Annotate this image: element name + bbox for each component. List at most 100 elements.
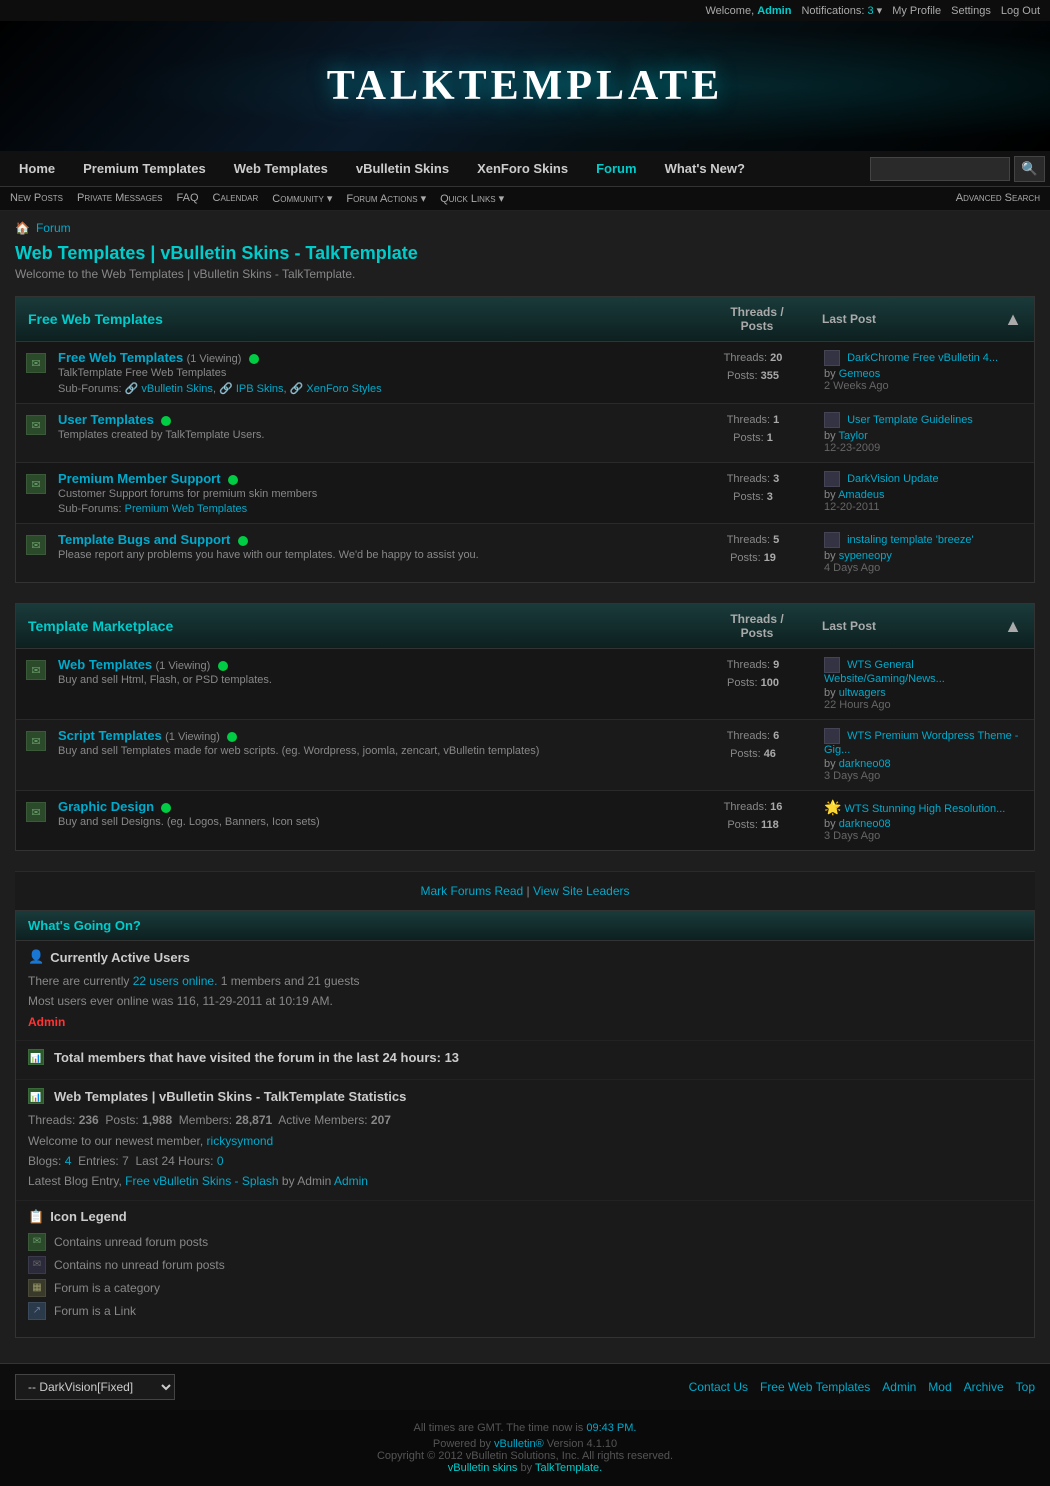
last-post-author-link[interactable]: ultwagers [839, 687, 886, 699]
footer-top-link[interactable]: Top [1016, 1380, 1035, 1394]
subnav-calendar[interactable]: Calendar [213, 192, 259, 205]
active-users-title: 👤 Currently Active Users [28, 949, 1022, 965]
last-post-title-link[interactable]: DarkChrome Free vBulletin 4... [847, 352, 998, 364]
subnav-forum-actions[interactable]: Forum Actions ▾ [346, 192, 426, 205]
last-post-author-link[interactable]: Gemeos [839, 368, 881, 380]
forum-name-link[interactable]: User Templates [58, 412, 154, 427]
top-bar: Welcome, Admin Notifications: 3 ▾ My Pro… [0, 0, 1050, 21]
category-forum-icon [28, 1279, 46, 1297]
subnav-faq[interactable]: FAQ [177, 192, 199, 205]
content-area: 🏠 Forum Web Templates | vBulletin Skins … [0, 211, 1050, 1363]
footer-admin-link[interactable]: Admin [882, 1380, 916, 1394]
forum-name-link[interactable]: Web Templates [58, 657, 152, 672]
footer-archive-link[interactable]: Archive [964, 1380, 1004, 1394]
last-post-title-link[interactable]: WTS Premium Wordpress Theme - Gig... [824, 730, 1018, 756]
forum-stats: Threads: 16Posts: 118 [688, 799, 818, 834]
notifications-link[interactable]: 3 [867, 5, 873, 17]
scroll-up-icon-2[interactable]: ▲ [1004, 616, 1022, 637]
forum-info: Script Templates (1 Viewing) Buy and sel… [58, 728, 682, 757]
username-link[interactable]: Admin [757, 5, 791, 17]
scroll-up-icon[interactable]: ▲ [1004, 309, 1022, 330]
latest-blog-link[interactable]: Free vBulletin Skins - Splash [125, 1174, 278, 1188]
forum-description: Buy and sell Html, Flash, or PSD templat… [58, 674, 682, 686]
active-users-count-link[interactable]: 22 users online. [133, 974, 218, 988]
forum-unread-icon [26, 802, 46, 822]
subforum-link[interactable]: 🔗 IPB Skins [219, 383, 283, 395]
footer-free-templates-link[interactable]: Free Web Templates [760, 1380, 870, 1394]
subnav-new-posts[interactable]: New Posts [10, 192, 63, 205]
last-post-title-link[interactable]: User Template Guidelines [847, 414, 973, 426]
footer-mod-link[interactable]: Mod [928, 1380, 951, 1394]
nav-xenforo-skins[interactable]: XenForo Skins [463, 151, 582, 186]
last-post-author-link[interactable]: Taylor [838, 430, 867, 442]
last-post-author-link[interactable]: darkneo08 [839, 758, 891, 770]
icon-legend-title: 📋 Icon Legend [28, 1209, 1022, 1225]
subnav-private-messages[interactable]: Private Messages [77, 192, 163, 205]
forum-name-link[interactable]: Script Templates [58, 728, 162, 743]
blogs-count-link[interactable]: 4 [65, 1154, 72, 1168]
vbulletin-link[interactable]: vBulletin® [494, 1438, 544, 1450]
nav-web-templates[interactable]: Web Templates [220, 151, 342, 186]
last24-count-link[interactable]: 0 [217, 1154, 224, 1168]
subforum-link[interactable]: 🔗 XenForo Styles [290, 383, 382, 395]
forum-name-link[interactable]: Free Web Templates [58, 350, 183, 365]
nav-forum[interactable]: Forum [582, 151, 650, 186]
nav-whats-new[interactable]: What's New? [651, 151, 759, 186]
nav-vbulletin-skins[interactable]: vBulletin Skins [342, 151, 463, 186]
forum-name-link[interactable]: Graphic Design [58, 799, 154, 814]
icon-legend-section: 📋 Icon Legend Contains unread forum post… [16, 1201, 1034, 1337]
last-post-title-link[interactable]: DarkVision Update [847, 473, 939, 485]
page-title: Web Templates | vBulletin Skins - TalkTe… [15, 243, 1035, 264]
last-post-by: by Amadeus [824, 489, 1024, 501]
notifications-dropdown-icon[interactable]: ▾ [877, 5, 883, 17]
powered-by-text: Powered by vBulletin® Powered by vBullet… [12, 1438, 1038, 1450]
vb-skins-link[interactable]: vBulletin skins [448, 1462, 518, 1474]
unread-forum-icon [28, 1233, 46, 1251]
subforum-link[interactable]: Premium Web Templates [125, 503, 247, 515]
last-post-date: 3 Days Ago [824, 770, 1024, 782]
last-post-title-link[interactable]: WTS Stunning High Resolution... [845, 803, 1006, 815]
blog-author-link[interactable]: Admin [334, 1174, 368, 1188]
breadcrumb-forum-link[interactable]: Forum [36, 221, 71, 235]
last-post-icon [824, 728, 840, 744]
nav-home[interactable]: Home [5, 151, 69, 186]
settings-link[interactable]: Settings [951, 5, 991, 17]
last-post-icon [824, 657, 840, 673]
forum-stats: Threads: 1Posts: 1 [688, 412, 818, 447]
view-site-leaders-link[interactable]: View Site Leaders [533, 884, 630, 898]
newest-member-link[interactable]: rickysymond [207, 1134, 274, 1148]
logout-link[interactable]: Log Out [1001, 5, 1040, 17]
timezone-text: All times are GMT. The time now is 09:43… [12, 1422, 1038, 1434]
search-button[interactable]: 🔍 [1014, 156, 1045, 182]
style-selector[interactable]: -- DarkVision[Fixed] [15, 1374, 175, 1400]
last-post-author-link[interactable]: darkneo08 [839, 818, 891, 830]
last-post-author-link[interactable]: Amadeus [838, 489, 884, 501]
mark-forums-read-link[interactable]: Mark Forums Read [420, 884, 523, 898]
subforum-list: Sub-Forums: Premium Web Templates [58, 503, 682, 515]
subnav-quick-links[interactable]: Quick Links ▾ [440, 192, 504, 205]
talktemplate-link[interactable]: TalkTemplate. [535, 1462, 602, 1474]
marketplace-lastpost-col-header: Last Post [822, 619, 876, 633]
forum-stats: Threads: 3Posts: 3 [688, 471, 818, 506]
new-posts-indicator [238, 536, 248, 546]
subforum-link[interactable]: 🔗 vBulletin Skins [125, 383, 213, 395]
last-post-info: WTS General Website/Gaming/News... by ul… [824, 657, 1024, 711]
last-post-info: User Template Guidelines by Taylor 12-23… [824, 412, 1024, 454]
last-post-title-link[interactable]: instaling template 'breeze' [847, 534, 974, 546]
my-profile-link[interactable]: My Profile [892, 5, 941, 17]
last-post-date: 3 Days Ago [824, 830, 1024, 842]
last-post-info: WTS Premium Wordpress Theme - Gig... by … [824, 728, 1024, 782]
active-member-link[interactable]: Admin [28, 1015, 65, 1029]
blog-stats-text: Blogs: 4 Entries: 7 Last 24 Hours: 0 [28, 1151, 1022, 1171]
nav-premium-templates[interactable]: Premium Templates [69, 151, 220, 186]
advanced-search-link[interactable]: Advanced Search [956, 192, 1040, 204]
forum-name-link[interactable]: Template Bugs and Support [58, 532, 230, 547]
subnav-community[interactable]: Community ▾ [272, 192, 332, 205]
forum-stats: Threads: 20Posts: 355 [688, 350, 818, 385]
footer-contact-link[interactable]: Contact Us [689, 1380, 748, 1394]
last-post-date: 2 Weeks Ago [824, 380, 1024, 392]
forum-name-link[interactable]: Premium Member Support [58, 471, 221, 486]
search-input[interactable] [870, 157, 1010, 181]
last-post-author-link[interactable]: sypeneopy [839, 550, 892, 562]
last-post-title-link[interactable]: WTS General Website/Gaming/News... [824, 659, 945, 685]
